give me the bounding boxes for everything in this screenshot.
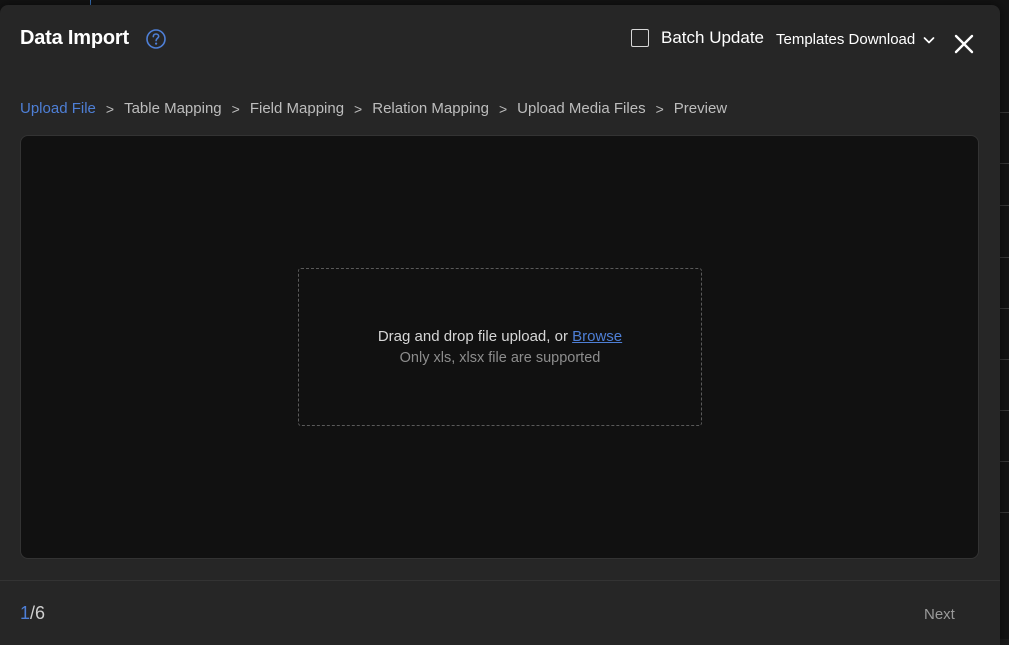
- step-field-mapping[interactable]: Field Mapping: [250, 100, 344, 117]
- step-upload-file[interactable]: Upload File: [20, 100, 96, 117]
- templates-download-label: Templates Download: [776, 31, 916, 48]
- batch-update-label[interactable]: Batch Update: [661, 28, 764, 48]
- backdrop-row-divider: [1000, 512, 1009, 513]
- dropzone-text: Drag and drop file upload, or: [377, 328, 573, 345]
- chevron-down-icon: [923, 36, 935, 43]
- upload-panel: Drag and drop file upload, or Browse Onl…: [20, 135, 979, 559]
- backdrop-row-divider: [1000, 112, 1009, 113]
- next-button[interactable]: Next: [924, 606, 955, 623]
- dialog-title: Data Import: [20, 27, 129, 49]
- current-step-number: 1: [20, 603, 31, 623]
- help-icon[interactable]: [146, 29, 166, 49]
- backdrop-row-divider: [1000, 461, 1009, 462]
- templates-download-dropdown[interactable]: Templates Download: [776, 31, 935, 48]
- step-separator: >: [655, 100, 664, 117]
- batch-update-checkbox[interactable]: [631, 29, 649, 47]
- backdrop-row-divider: [1000, 359, 1009, 360]
- step-relation-mapping[interactable]: Relation Mapping: [372, 100, 489, 117]
- step-separator: >: [354, 100, 363, 117]
- backdrop-row-divider: [1000, 257, 1009, 258]
- step-preview[interactable]: Preview: [674, 100, 727, 117]
- backdrop-row-divider: [1000, 205, 1009, 206]
- backdrop-row-divider: [1000, 163, 1009, 164]
- step-table-mapping[interactable]: Table Mapping: [124, 100, 222, 117]
- browse-link[interactable]: Browse: [572, 328, 622, 345]
- step-separator: >: [231, 100, 240, 117]
- step-separator: >: [498, 100, 508, 117]
- data-import-dialog: Data Import Batch Update Templates Downl…: [0, 5, 1000, 645]
- backdrop-row-divider: [1000, 308, 1009, 309]
- import-steps-breadcrumb: Upload File > Table Mapping > Field Mapp…: [20, 100, 727, 117]
- close-icon[interactable]: [953, 33, 975, 55]
- step-upload-media-files[interactable]: Upload Media Files: [517, 100, 645, 117]
- total-steps-number: 6: [35, 603, 46, 623]
- dropzone-hint: Only xls, xlsx file are supported: [399, 350, 601, 366]
- step-pager: 1/6: [20, 603, 45, 624]
- step-separator: >: [105, 100, 115, 117]
- footer-divider: [0, 580, 1000, 581]
- dropzone-instructions: Drag and drop file upload, or Browse: [378, 328, 622, 345]
- backdrop-row-divider: [1000, 410, 1009, 411]
- file-dropzone[interactable]: Drag and drop file upload, or Browse Onl…: [298, 268, 702, 426]
